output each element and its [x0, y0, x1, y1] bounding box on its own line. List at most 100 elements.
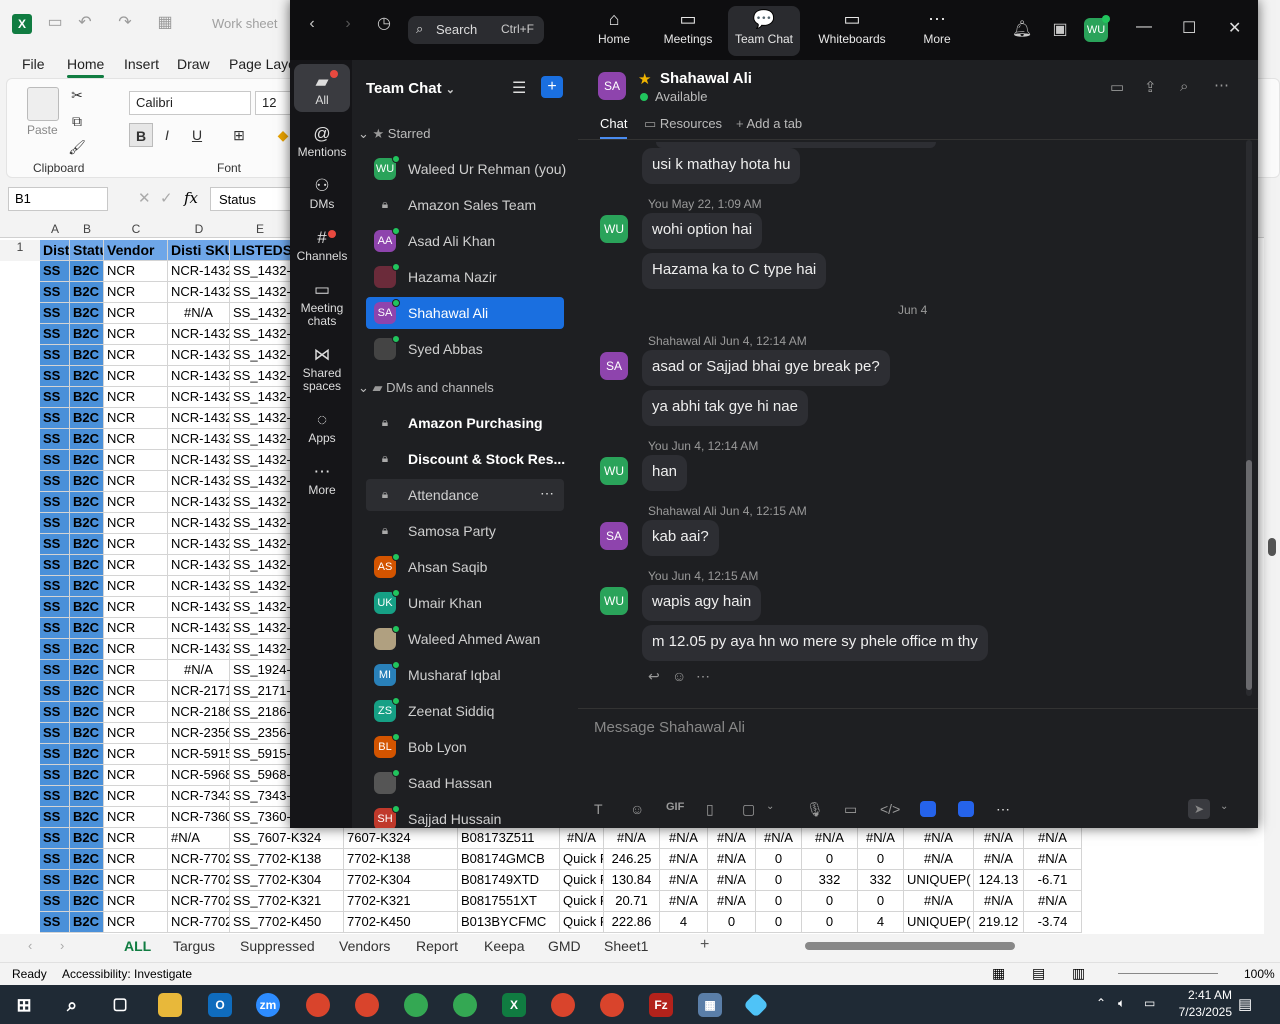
- rail-shared-spaces[interactable]: ⋈ Shared spaces: [294, 343, 350, 399]
- cell[interactable]: NCR-2171: [168, 681, 230, 702]
- share-screen-icon[interactable]: ⇪: [1144, 78, 1157, 96]
- contact-item[interactable]: AA Asad Ali Khan: [366, 225, 564, 257]
- cell[interactable]: B2C: [70, 723, 104, 744]
- chevron-up-icon[interactable]: ⌃: [1096, 996, 1106, 1010]
- page-layout-icon[interactable]: ▤: [1032, 965, 1045, 982]
- cell[interactable]: 4: [858, 912, 904, 933]
- sheet-tab[interactable]: Vendors: [339, 938, 390, 954]
- file-explorer-icon[interactable]: [158, 993, 182, 1017]
- contact-avatar[interactable]: SA: [598, 72, 626, 100]
- tab-home[interactable]: Home: [67, 56, 105, 78]
- cell[interactable]: B2C: [70, 639, 104, 660]
- sheet-tab[interactable]: Report: [416, 938, 458, 954]
- chrome-icon[interactable]: [404, 993, 428, 1017]
- cell[interactable]: SS: [40, 765, 70, 786]
- cell[interactable]: SS: [40, 849, 70, 870]
- cell[interactable]: 0: [756, 912, 802, 933]
- filter-icon[interactable]: ☰: [512, 78, 526, 98]
- cell[interactable]: SS: [40, 576, 70, 597]
- column-header[interactable]: C: [104, 222, 168, 236]
- search-icon[interactable]: ⌕: [1180, 78, 1188, 95]
- cell[interactable]: SS: [40, 429, 70, 450]
- cell[interactable]: NCR-1432: [168, 366, 230, 387]
- cell[interactable]: Disti SKU: [168, 240, 230, 261]
- nav-meetings[interactable]: ▭ Meetings: [658, 6, 718, 56]
- cell[interactable]: B2C: [70, 324, 104, 345]
- normal-view-icon[interactable]: ▦: [992, 965, 1005, 982]
- contact-item[interactable]: Waleed Ahmed Awan: [366, 623, 564, 655]
- cell[interactable]: SS: [40, 681, 70, 702]
- cell[interactable]: #N/A: [1024, 828, 1082, 849]
- chevron-down-icon[interactable]: ⌄: [1220, 801, 1228, 812]
- cell[interactable]: #N/A: [168, 303, 230, 324]
- cell[interactable]: NCR-2356: [168, 723, 230, 744]
- cell[interactable]: SS: [40, 660, 70, 681]
- emoji-icon[interactable]: ☺: [630, 801, 644, 817]
- message-more-icon[interactable]: ⋯: [696, 668, 710, 685]
- cell[interactable]: B2C: [70, 576, 104, 597]
- sheet-tab[interactable]: Keepa: [484, 938, 524, 954]
- column-header[interactable]: E: [230, 222, 290, 236]
- cell[interactable]: 20.71: [604, 891, 660, 912]
- cell[interactable]: B2C: [70, 282, 104, 303]
- cell[interactable]: NCR-5968: [168, 765, 230, 786]
- more-options-icon[interactable]: ⋯: [1214, 76, 1229, 94]
- cell[interactable]: #N/A: [974, 891, 1024, 912]
- cut-icon[interactable]: ✂: [65, 83, 89, 107]
- cell[interactable]: 222.86: [604, 912, 660, 933]
- message-bubble[interactable]: usi k mathay hota hu: [642, 148, 801, 184]
- cell[interactable]: Statu: [70, 240, 104, 261]
- cell[interactable]: 4: [660, 912, 708, 933]
- cell[interactable]: NCR: [104, 492, 168, 513]
- cell[interactable]: NCR: [104, 408, 168, 429]
- message-avatar[interactable]: WU: [600, 587, 628, 615]
- vertical-scrollbar[interactable]: [1264, 220, 1280, 934]
- cell[interactable]: NCR: [104, 849, 168, 870]
- tab-insert[interactable]: Insert: [124, 56, 159, 72]
- nav-more[interactable]: ⋯ More: [914, 6, 960, 56]
- zoom-icon[interactable]: zm: [256, 993, 280, 1017]
- app-icon[interactable]: [743, 992, 769, 1018]
- cell[interactable]: NCR: [104, 723, 168, 744]
- redo-icon[interactable]: ↷: [116, 14, 134, 32]
- cell[interactable]: NCR: [104, 618, 168, 639]
- font-size-select[interactable]: 12: [255, 91, 291, 115]
- cell[interactable]: 0: [756, 891, 802, 912]
- cell[interactable]: SS: [40, 513, 70, 534]
- prev-sheet-icon[interactable]: ‹: [28, 938, 32, 953]
- scroll-thumb[interactable]: [1268, 538, 1276, 556]
- page-break-icon[interactable]: ▥: [1072, 965, 1085, 982]
- cell[interactable]: NCR: [104, 891, 168, 912]
- sheet-tab[interactable]: GMD: [548, 938, 581, 954]
- contact-item[interactable]: AS Ahsan Saqib: [366, 551, 564, 583]
- cell[interactable]: 7702-K450: [344, 912, 458, 933]
- cell[interactable]: B2C: [70, 660, 104, 681]
- cell[interactable]: B2C: [70, 912, 104, 933]
- cell[interactable]: NCR-1432: [168, 345, 230, 366]
- cell[interactable]: UNIQUEP(: [904, 912, 974, 933]
- cell[interactable]: B2C: [70, 429, 104, 450]
- screenshot-icon[interactable]: ▢: [742, 801, 755, 818]
- cell[interactable]: NCR: [104, 912, 168, 933]
- cell[interactable]: 0: [858, 849, 904, 870]
- cell[interactable]: -3.74: [1024, 912, 1082, 933]
- italic-button[interactable]: I: [155, 123, 179, 147]
- format-painter-icon[interactable]: 🖌: [65, 135, 89, 159]
- cell[interactable]: #N/A: [660, 891, 708, 912]
- channel-item[interactable]: 🔒︎ Samosa Party: [366, 515, 564, 547]
- history-icon[interactable]: ◷: [370, 10, 398, 38]
- tab-draw[interactable]: Draw: [177, 56, 210, 72]
- cell[interactable]: NCR-5915: [168, 744, 230, 765]
- cell[interactable]: NCR-1432: [168, 492, 230, 513]
- cell[interactable]: B2C: [70, 765, 104, 786]
- cell[interactable]: #N/A: [904, 891, 974, 912]
- cell[interactable]: SS: [40, 387, 70, 408]
- cell[interactable]: B2C: [70, 555, 104, 576]
- contact-item[interactable]: SA Shahawal Ali: [366, 297, 564, 329]
- cell[interactable]: NCR: [104, 282, 168, 303]
- cell[interactable]: NCR-2186: [168, 702, 230, 723]
- cell[interactable]: NCR: [104, 261, 168, 282]
- more-icon[interactable]: ⋯: [996, 801, 1010, 818]
- message-bubble[interactable]: wohi option hai: [642, 213, 763, 249]
- formula-input[interactable]: Status: [210, 187, 300, 211]
